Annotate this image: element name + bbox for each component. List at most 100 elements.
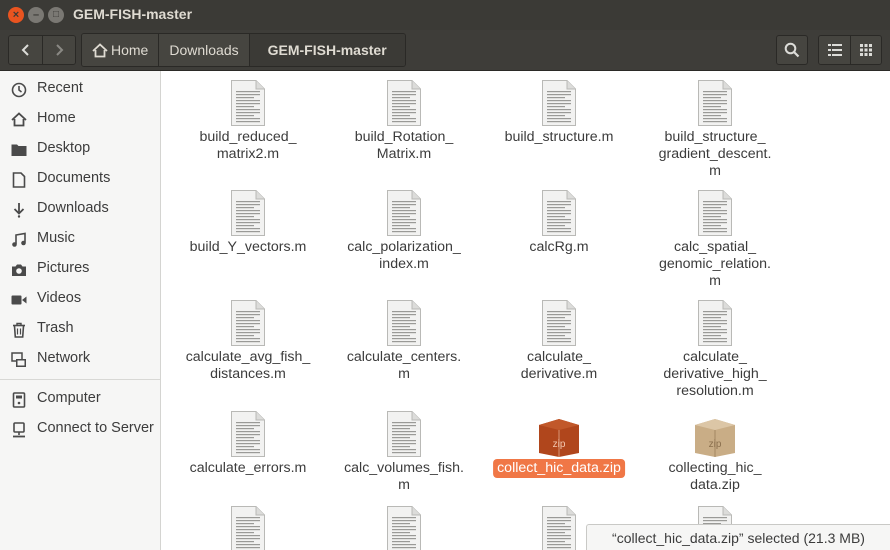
- sidebar-item-label: Desktop: [37, 140, 91, 156]
- computer-icon: [10, 391, 27, 408]
- sidebar-item-label: Music: [37, 230, 75, 246]
- text-file-icon: [697, 80, 733, 126]
- home-icon: [92, 42, 108, 58]
- sidebar-item-label: Documents: [37, 170, 111, 186]
- view-toggle: [818, 35, 882, 65]
- grid-view-button[interactable]: [850, 36, 881, 64]
- sidebar-item-label: Downloads: [37, 200, 109, 216]
- maximize-window-button[interactable]: □: [48, 7, 64, 23]
- text-file-icon: [230, 300, 266, 346]
- file-name: calc_volumes_fish. m: [344, 460, 464, 493]
- text-file-icon: [386, 411, 422, 457]
- download-icon: [10, 201, 27, 218]
- sidebar-item-label: Home: [37, 110, 76, 126]
- window-title: GEM-FISH-master: [73, 6, 193, 22]
- sidebar-item-label: Recent: [37, 80, 83, 96]
- list-icon: [827, 44, 842, 56]
- back-button[interactable]: [9, 36, 42, 64]
- file-name: collecting_hic_ data.zip: [668, 460, 762, 493]
- text-file-icon: [386, 300, 422, 346]
- file-name: calc_polarization_ index.m: [347, 239, 461, 272]
- music-icon: [10, 231, 27, 248]
- sidebar-item-label: Videos: [37, 290, 82, 306]
- sidebar-item-downloads[interactable]: Downloads: [0, 195, 160, 223]
- file-name: build_Rotation_ Matrix.m: [354, 129, 454, 162]
- sidebar-divider: [0, 379, 160, 380]
- server-icon: [10, 421, 27, 438]
- archive-icon: zip: [537, 417, 579, 463]
- document-icon: [10, 171, 27, 188]
- file-name: calculate_ derivative_high_ resolution.m: [663, 349, 767, 399]
- file-name: collect_hic_data.zip: [493, 459, 625, 478]
- sidebar-item-network[interactable]: Network: [0, 345, 160, 373]
- file-name: build_structure.m: [504, 129, 614, 145]
- folder-icon: [10, 141, 27, 158]
- zip-badge-text: zip: [553, 439, 566, 450]
- text-file-icon: [541, 300, 577, 346]
- sidebar-item-videos[interactable]: Videos: [0, 285, 160, 313]
- sidebar-item-label: Connect to Server: [37, 420, 154, 436]
- file-grid: build_reduced_ matrix2.m build_Rotation_ …: [162, 71, 890, 550]
- home-icon: [10, 111, 27, 128]
- chevron-right-icon: [56, 44, 64, 56]
- breadcrumb-home[interactable]: Home: [82, 34, 159, 66]
- close-window-button[interactable]: ×: [8, 7, 24, 23]
- sidebar-item-label: Computer: [37, 390, 101, 406]
- title-bar: × – □ GEM-FISH-master: [0, 0, 890, 30]
- file-name: build_reduced_ matrix2.m: [199, 129, 297, 162]
- file-name: calculate_centers. m: [346, 349, 462, 382]
- network-icon: [10, 351, 27, 368]
- breadcrumb: Home Downloads GEM-FISH-master: [81, 33, 406, 67]
- sidebar-item-label: Network: [37, 350, 91, 366]
- maximize-icon: □: [52, 9, 60, 20]
- sidebar-item-connect-to-server[interactable]: Connect to Server: [0, 415, 160, 443]
- search-button[interactable]: [776, 35, 808, 65]
- text-file-icon: [230, 506, 266, 550]
- sidebar: Recent Home Desktop Documents Downloads …: [0, 71, 161, 550]
- minimize-icon: –: [32, 8, 40, 21]
- text-file-icon: [230, 190, 266, 236]
- chevron-left-icon: [21, 44, 29, 56]
- archive-icon: zip: [693, 417, 735, 463]
- history-navigation: [8, 35, 76, 65]
- breadcrumb-current[interactable]: GEM-FISH-master: [248, 34, 405, 66]
- sidebar-item-computer[interactable]: Computer: [0, 385, 160, 413]
- sidebar-item-desktop[interactable]: Desktop: [0, 135, 160, 163]
- breadcrumb-home-label: Home: [111, 42, 149, 58]
- video-icon: [10, 291, 27, 308]
- list-view-button[interactable]: [819, 36, 850, 64]
- text-file-icon: [386, 506, 422, 550]
- clock-icon: [10, 81, 27, 98]
- sidebar-item-label: Trash: [37, 320, 74, 336]
- sidebar-item-music[interactable]: Music: [0, 225, 160, 253]
- zip-badge-text: zip: [709, 439, 722, 450]
- text-file-icon: [386, 190, 422, 236]
- file-name: calculate_errors.m: [189, 460, 307, 476]
- text-file-icon: [230, 80, 266, 126]
- breadcrumb-downloads[interactable]: Downloads: [158, 34, 249, 66]
- minimize-window-button[interactable]: –: [28, 7, 44, 23]
- sidebar-item-recent[interactable]: Recent: [0, 75, 160, 103]
- grid-icon: [860, 44, 872, 56]
- sidebar-item-home[interactable]: Home: [0, 105, 160, 133]
- text-file-icon: [230, 411, 266, 457]
- trash-icon: [10, 321, 27, 338]
- file-name: calculate_ derivative.m: [520, 349, 598, 382]
- file-name: build_structure_ gradient_descent. m: [658, 129, 772, 179]
- file-name: calc_spatial_ genomic_relation. m: [659, 239, 771, 289]
- forward-button[interactable]: [42, 36, 75, 64]
- search-icon: [784, 42, 800, 58]
- header-bar: Home Downloads GEM-FISH-master: [0, 30, 890, 71]
- close-icon: ×: [12, 8, 20, 21]
- selection-status: “collect_hic_data.zip” selected (21.3 MB…: [586, 524, 890, 550]
- file-name: build_Y_vectors.m: [189, 239, 307, 255]
- sidebar-item-pictures[interactable]: Pictures: [0, 255, 160, 283]
- sidebar-item-label: Pictures: [37, 260, 90, 276]
- file-name: calcRg.m: [529, 239, 589, 255]
- file-name: calculate_avg_fish_ distances.m: [185, 349, 311, 382]
- sidebar-item-documents[interactable]: Documents: [0, 165, 160, 193]
- sidebar-item-trash[interactable]: Trash: [0, 315, 160, 343]
- text-file-icon: [541, 506, 577, 550]
- text-file-icon: [697, 190, 733, 236]
- text-file-icon: [541, 190, 577, 236]
